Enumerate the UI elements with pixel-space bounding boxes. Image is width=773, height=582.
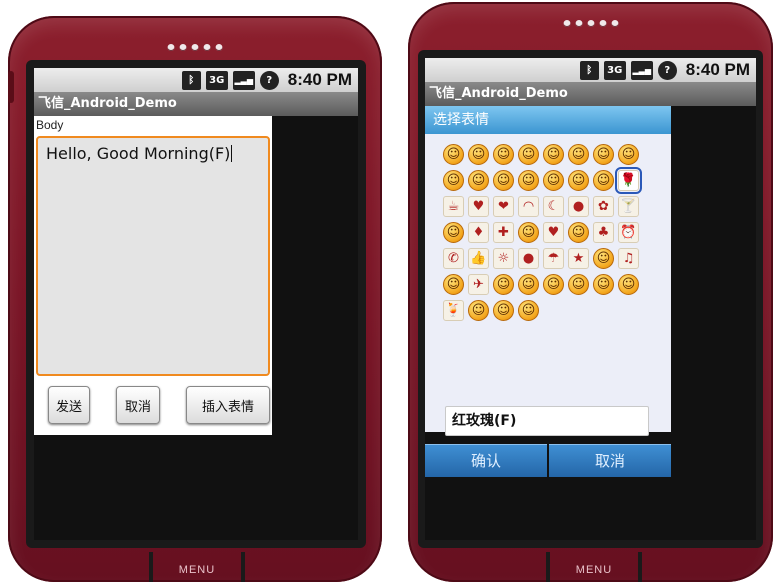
status-time: 8:40 PM	[685, 60, 750, 79]
emoticon-29-icon[interactable]: ☺	[568, 222, 589, 243]
compose-panel: Body Hello, Good Morning(F) 发送 取消 插入表情	[34, 116, 272, 435]
dialog-title: 选择表情	[425, 106, 671, 134]
left-speaker	[167, 44, 223, 51]
emoticon-28-icon[interactable]: ♥	[543, 222, 564, 243]
emoticon-21-icon[interactable]: ●	[568, 196, 589, 217]
emoticon-39-icon[interactable]: ♫	[618, 248, 639, 269]
insert-emoticon-button[interactable]: 插入表情	[186, 386, 270, 424]
signal-icon: ▂▃▅	[630, 60, 653, 80]
3g-icon: 3G	[603, 60, 626, 80]
emoticon-dialog: 选择表情 ☺ ☺ ☺ ☺ ☺ ☺ ☺ ☺ ☺ ☺ ☺ ☺ ☺ ☺ ☺ 🌹 ☕ ♥ ❤ ◠ ☾ ● ✿ 🍸 ☺ ♦ ✚ ☺ ♥ ☺ ♣ ⏰ ✆ 👍 ☼…	[425, 106, 671, 477]
3g-icon: 3G	[205, 70, 228, 90]
emoticon-20-icon[interactable]: ☾	[543, 196, 564, 217]
emoticon-25-icon[interactable]: ♦	[468, 222, 489, 243]
emoticon-30-icon[interactable]: ♣	[593, 222, 614, 243]
battery-icon: ?	[657, 60, 677, 80]
confirm-button[interactable]: 确认	[425, 444, 547, 477]
emoticon-49-icon[interactable]: ☺	[468, 300, 489, 321]
emoticon-6-icon[interactable]: ☺	[593, 144, 614, 165]
emoticon-44-icon[interactable]: ☺	[543, 274, 564, 295]
app-title: 飞信_Android_Demo	[425, 82, 756, 106]
emoticon-46-icon[interactable]: ☺	[593, 274, 614, 295]
emoticon-13-icon[interactable]: ☺	[568, 170, 589, 191]
left-status-bar: ᛒ 3G ▂▃▅ ? 8:40 PM	[34, 68, 358, 92]
emoticon-33-icon[interactable]: 👍	[468, 248, 489, 269]
signal-icon: ▂▃▅	[232, 70, 255, 90]
emoticon-43-icon[interactable]: ☺	[518, 274, 539, 295]
emoticon-23-icon[interactable]: 🍸	[618, 196, 639, 217]
right-status-bar: ᛒ 3G ▂▃▅ ? 8:40 PM	[425, 58, 756, 82]
emoticon-18-icon[interactable]: ❤	[493, 196, 514, 217]
emoticon-9-icon[interactable]: ☺	[468, 170, 489, 191]
emoticon-2-icon[interactable]: ☺	[493, 144, 514, 165]
menu-button[interactable]: MENU	[546, 552, 642, 582]
emoticon-5-icon[interactable]: ☺	[568, 144, 589, 165]
emoticon-19-icon[interactable]: ◠	[518, 196, 539, 217]
right-screen: ᛒ 3G ▂▃▅ ? 8:40 PM 飞信_Android_Demo 选择表情 …	[425, 58, 756, 540]
emoticon-11-icon[interactable]: ☺	[518, 170, 539, 191]
dialog-cancel-button[interactable]: 取消	[549, 444, 671, 477]
emoticon-38-icon[interactable]: ☺	[593, 248, 614, 269]
emoticon-47-icon[interactable]: ☺	[618, 274, 639, 295]
emoticon-34-icon[interactable]: ☼	[493, 248, 514, 269]
emoticon-4-icon[interactable]: ☺	[543, 144, 564, 165]
emoticon-31-icon[interactable]: ⏰	[618, 222, 639, 243]
emoticon-16-icon[interactable]: ☕	[443, 196, 464, 217]
emoticon-27-icon[interactable]: ☺	[518, 222, 539, 243]
emoticon-1-icon[interactable]: ☺	[468, 144, 489, 165]
bluetooth-icon: ᛒ	[181, 70, 201, 90]
bluetooth-icon: ᛒ	[579, 60, 599, 80]
emoticon-51-icon[interactable]: ☺	[518, 300, 539, 321]
right-speaker	[563, 20, 618, 27]
emoticon-0-icon[interactable]: ☺	[443, 144, 464, 165]
emoticon-50-icon[interactable]: ☺	[493, 300, 514, 321]
send-button[interactable]: 发送	[48, 386, 90, 424]
emoticon-26-icon[interactable]: ✚	[493, 222, 514, 243]
left-side-button	[8, 71, 14, 103]
body-text: Hello, Good Morning(F)	[46, 144, 231, 163]
cancel-button[interactable]: 取消	[116, 386, 160, 424]
emoticon-14-icon[interactable]: ☺	[593, 170, 614, 191]
emoticon-grid: ☺ ☺ ☺ ☺ ☺ ☺ ☺ ☺ ☺ ☺ ☺ ☺ ☺ ☺ ☺ 🌹 ☕ ♥ ❤ ◠ ☾ ● ✿ 🍸 ☺ ♦ ✚ ☺ ♥ ☺ ♣ ⏰ ✆ 👍 ☼ ● ☂ ★ ☺ ♫…	[443, 144, 642, 322]
emoticon-10-icon[interactable]: ☺	[493, 170, 514, 191]
battery-icon: ?	[259, 70, 279, 90]
emoticon-3-icon[interactable]: ☺	[518, 144, 539, 165]
text-caret	[231, 145, 233, 162]
menu-button[interactable]: MENU	[149, 552, 245, 582]
emoticon-22-icon[interactable]: ✿	[593, 196, 614, 217]
emoticon-40-icon[interactable]: ☺	[443, 274, 464, 295]
emoticon-17-icon[interactable]: ♥	[468, 196, 489, 217]
emoticon-42-icon[interactable]: ☺	[493, 274, 514, 295]
emoticon-37-icon[interactable]: ★	[568, 248, 589, 269]
emoticon-35-icon[interactable]: ●	[518, 248, 539, 269]
app-title: 飞信_Android_Demo	[34, 92, 358, 116]
emoticon-45-icon[interactable]: ☺	[568, 274, 589, 295]
emoticon-24-icon[interactable]: ☺	[443, 222, 464, 243]
emoticon-12-icon[interactable]: ☺	[543, 170, 564, 191]
emoticon-8-icon[interactable]: ☺	[443, 170, 464, 191]
emoticon-32-icon[interactable]: ✆	[443, 248, 464, 269]
right-phone: ᛒ 3G ▂▃▅ ? 8:40 PM 飞信_Android_Demo 选择表情 …	[408, 2, 773, 582]
emoticon-48-icon[interactable]: 🍹	[443, 300, 464, 321]
emoticon-15-icon[interactable]: 🌹	[615, 167, 642, 194]
body-label: Body	[36, 118, 64, 132]
left-screen: ᛒ 3G ▂▃▅ ? 8:40 PM 飞信_Android_Demo Body …	[34, 68, 358, 540]
selected-emoticon-field[interactable]: 红玫瑰(F)	[445, 406, 649, 436]
emoticon-41-icon[interactable]: ✈	[468, 274, 489, 295]
body-text-input[interactable]: Hello, Good Morning(F)	[36, 136, 270, 376]
emoticon-7-icon[interactable]: ☺	[618, 144, 639, 165]
status-time: 8:40 PM	[287, 70, 352, 89]
emoticon-36-icon[interactable]: ☂	[543, 248, 564, 269]
left-phone: ᛒ 3G ▂▃▅ ? 8:40 PM 飞信_Android_Demo Body …	[8, 16, 382, 582]
